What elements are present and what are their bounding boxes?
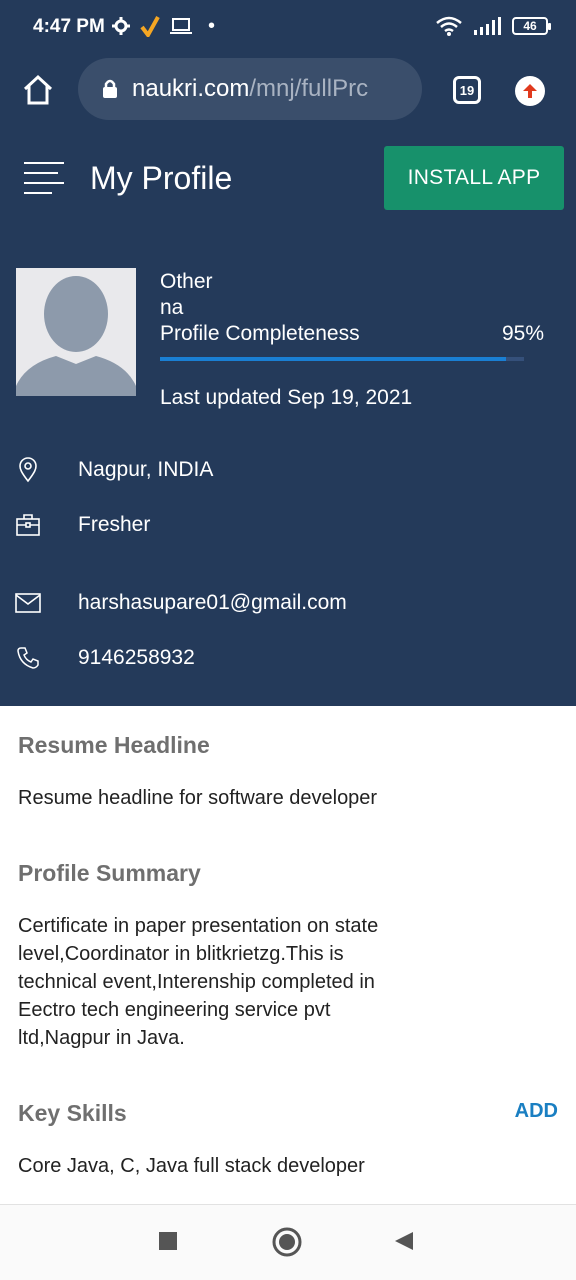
update-button[interactable] [515, 76, 545, 106]
browser-toolbar: naukri.com/mnj/fullPrc 19 [0, 56, 576, 134]
home-icon [23, 74, 53, 105]
battery-icon: 46 [512, 17, 551, 35]
signal-icon [474, 17, 501, 35]
key-skills-title: Key Skills [18, 1100, 127, 1126]
profile-line-2: na [160, 296, 184, 319]
completeness-label: Profile Completeness [160, 322, 360, 345]
back-button[interactable] [392, 1229, 416, 1253]
last-updated: Last updated Sep 19, 2021 [160, 386, 413, 409]
summary-line: Certificate in paper presentation on sta… [18, 915, 379, 937]
location-text: Nagpur, INDIA [78, 458, 214, 481]
recents-button[interactable] [156, 1229, 180, 1253]
battery-level: 46 [523, 19, 537, 33]
url-path: /mnj/fullPrc [249, 75, 369, 102]
tab-count: 19 [459, 82, 475, 98]
url-host: naukri.com [132, 75, 250, 102]
back-icon [395, 1232, 413, 1250]
lock-icon [103, 79, 117, 98]
address-bar[interactable]: naukri.com/mnj/fullPrc [78, 58, 422, 120]
completeness-value: 95% [501, 322, 544, 345]
add-skills-link[interactable]: ADD [515, 1100, 558, 1123]
profile-summary-text: Certificate in paper presentation on sta… [18, 912, 378, 1052]
location-row: Nagpur, INDIA [14, 456, 213, 484]
profile-sections: Resume Headline Resume headline for soft… [0, 706, 576, 1204]
system-nav-bar [0, 1204, 576, 1280]
install-app-button[interactable]: INSTALL APP [384, 146, 564, 210]
phone-icon [14, 644, 42, 672]
profile-info: Other na Profile Completeness 95% Last u… [160, 269, 544, 411]
update-icon [523, 84, 537, 98]
settings-icon [112, 17, 130, 35]
page-title: My Profile [90, 160, 233, 196]
avatar-placeholder-icon [16, 276, 136, 396]
laptop-icon [170, 18, 192, 34]
home-nav-button[interactable] [271, 1226, 303, 1258]
avatar[interactable] [16, 268, 136, 396]
phone-text[interactable]: 9146258932 [78, 646, 195, 670]
home-button[interactable] [18, 70, 58, 110]
location-icon [14, 456, 42, 484]
summary-line: level,Coordinator in blitkrietzg.This is [18, 943, 344, 965]
experience-text: Fresher [78, 513, 151, 536]
briefcase-icon [14, 511, 42, 539]
experience-row: Fresher [14, 511, 150, 539]
completeness-bar [160, 357, 524, 361]
key-skills-text: Core Java, C, Java full stack developer [18, 1155, 365, 1177]
profile-panel: My Profile INSTALL APP Other na Profile … [0, 134, 576, 706]
resume-headline-text: Resume headline for software developer [18, 787, 378, 809]
tabs-button[interactable]: 19 [453, 76, 481, 104]
profile-summary-title: Profile Summary [18, 860, 201, 886]
recents-icon [159, 1232, 177, 1250]
completeness-bar-fill [160, 357, 506, 361]
mail-icon [14, 589, 42, 617]
phone-row: 9146258932 [14, 644, 195, 672]
check-icon [140, 16, 160, 37]
status-time: 4:47 PM [33, 16, 105, 37]
dot-icon: • [208, 15, 216, 37]
home-nav-icon [272, 1227, 302, 1257]
summary-line: Eectro tech engineering service pvt [18, 999, 331, 1021]
email-text[interactable]: harshasupare01@gmail.com [78, 591, 347, 615]
wifi-icon [436, 16, 462, 36]
profile-line-1: Other [160, 270, 213, 293]
status-bar: 4:47 PM • 46 [0, 0, 576, 56]
summary-line: ltd,Nagpur in Java. [18, 1027, 185, 1049]
menu-button[interactable] [24, 162, 66, 198]
resume-headline-title: Resume Headline [18, 732, 210, 758]
summary-line: technical event,Interenship completed in [18, 971, 375, 993]
email-row: harshasupare01@gmail.com [14, 589, 347, 617]
